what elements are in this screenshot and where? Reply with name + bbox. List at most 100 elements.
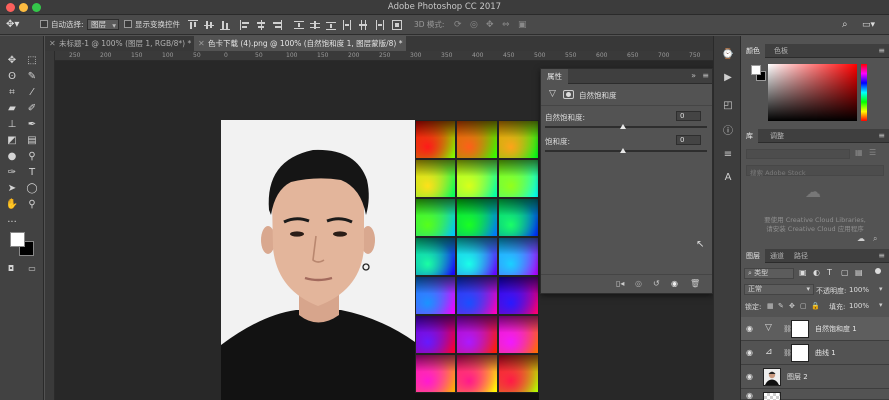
actions-icon[interactable]: ▶ — [721, 71, 735, 85]
show-transform-checkbox[interactable]: 显示变换控件 — [124, 19, 180, 31]
distribute-top-icon[interactable] — [294, 20, 304, 30]
layer-row[interactable]: ◉ ▽ ⛓ 自然饱和度 1 — [741, 317, 889, 341]
vibrance-slider-track[interactable] — [545, 126, 707, 128]
align-bottom-icon[interactable] — [220, 20, 230, 30]
layer-row[interactable]: ◉ 图层 2 — [741, 365, 889, 389]
color-saturation-field[interactable] — [768, 64, 857, 121]
properties-tab[interactable]: 属性 — [541, 69, 568, 84]
quick-select-tool-icon[interactable]: ✎ — [24, 70, 40, 84]
quick-mask-icon[interactable]: ◘ — [3, 262, 19, 276]
stock-search-field[interactable]: 搜索 Adobe Stock — [746, 165, 884, 177]
3d-scale-icon[interactable]: ▣ — [518, 19, 527, 31]
doc-tab-color-card[interactable]: ✕ 色卡下载 (4).png @ 100% (自然饱和度 1, 图层蒙版/8) … — [194, 36, 406, 51]
doc-tab-untitled[interactable]: ✕ 未标题-1 @ 100% (图层 1, RGB/8*) * — [45, 36, 193, 51]
type-tool-icon[interactable]: T — [24, 166, 40, 180]
layer-thumbnail[interactable] — [763, 392, 781, 400]
distribute-right-icon[interactable] — [374, 20, 384, 30]
fill-value[interactable]: 100% — [849, 302, 869, 310]
opacity-value[interactable]: 100% — [849, 286, 869, 294]
align-left-icon[interactable] — [240, 20, 250, 30]
library-dropdown[interactable] — [746, 149, 850, 159]
filter-type-icon[interactable]: T — [827, 268, 832, 277]
layer-row[interactable]: ◉ — [741, 389, 889, 400]
filter-pixel-icon[interactable]: ▣ — [799, 268, 807, 277]
tab-swatches[interactable]: 色板 — [769, 44, 793, 58]
pen-tool-icon[interactable]: ✑ — [4, 166, 20, 180]
brush-tool-icon[interactable]: ✐ — [24, 102, 40, 116]
lock-image-icon[interactable]: ✎ — [778, 302, 784, 310]
workspace-icon[interactable]: ▭▾ — [862, 19, 875, 31]
panel-menu-icon[interactable]: ≡ — [878, 46, 885, 55]
marquee-tool-icon[interactable]: ⬚ — [24, 54, 40, 68]
path-selection-tool-icon[interactable]: ➤ — [4, 182, 20, 196]
gradient-tool-icon[interactable]: ▤ — [24, 134, 40, 148]
lock-artboard-icon[interactable]: ▢ — [800, 302, 807, 310]
vibrance-value-field[interactable]: 0 — [676, 111, 701, 121]
layer-row[interactable]: ◉ ⊿ ⛓ 曲线 1 — [741, 341, 889, 365]
distribute-horizontal-center-icon[interactable] — [358, 20, 368, 30]
tab-channels[interactable]: 通道 — [765, 249, 789, 263]
tab-layers[interactable]: 图层 — [741, 249, 765, 263]
view-previous-state-icon[interactable]: ◎ — [635, 279, 642, 288]
library-list-view-icon[interactable]: ☰ — [869, 148, 876, 157]
properties-icon[interactable]: ◰ — [721, 99, 735, 113]
auto-select-checkbox[interactable]: 自动选择: — [40, 19, 84, 31]
eraser-tool-icon[interactable]: ◩ — [4, 134, 20, 148]
opacity-arrow-icon[interactable]: ▾ — [879, 285, 883, 293]
tab-paths[interactable]: 路径 — [789, 249, 813, 263]
brush-settings-icon[interactable]: ≡ — [721, 148, 735, 162]
ellipse-tool-icon[interactable]: ◯ — [24, 182, 40, 196]
distribute-left-icon[interactable] — [342, 20, 352, 30]
clip-to-layer-icon[interactable]: ▯◂ — [616, 279, 624, 288]
3d-slide-icon[interactable]: ⇔ — [502, 19, 510, 31]
visibility-eye-icon[interactable]: ◉ — [746, 324, 753, 333]
saturation-slider-thumb[interactable] — [620, 148, 626, 153]
foreground-color-swatch[interactable] — [10, 232, 25, 247]
saturation-slider-track[interactable] — [545, 150, 707, 152]
library-grid-view-icon[interactable]: ▦ — [855, 148, 863, 157]
distribute-vertical-center-icon[interactable] — [310, 20, 320, 30]
library-search-icon[interactable]: ⌕ — [873, 234, 877, 244]
screen-mode-icon[interactable]: ▭ — [24, 262, 40, 276]
zoom-tool-icon[interactable]: ⚲ — [24, 198, 40, 212]
layer-filter-dropdown[interactable]: ⌕ 类型 — [744, 268, 794, 279]
delete-adjustment-icon[interactable]: 🗑 — [690, 279, 700, 288]
cloud-sync-icon[interactable]: ☁ — [857, 234, 865, 243]
layer-mask-icon[interactable] — [563, 90, 574, 99]
visibility-eye-icon[interactable]: ◉ — [746, 391, 753, 400]
3d-orbit-icon[interactable]: ⟳ — [454, 19, 462, 31]
layer-mask-thumbnail[interactable] — [791, 344, 809, 362]
visibility-eye-icon[interactable]: ◉ — [746, 372, 753, 381]
panel-menu-icon[interactable]: ≡ — [878, 131, 885, 140]
align-horizontal-center-icon[interactable] — [256, 20, 266, 30]
tab-color[interactable]: 颜色 — [741, 44, 765, 58]
eyedropper-tool-icon[interactable]: ⁄ — [24, 86, 40, 100]
search-icon[interactable]: ⌕ — [842, 19, 848, 31]
move-tool-preset-icon[interactable]: ✥▾ — [6, 19, 19, 31]
filter-adjustment-icon[interactable]: ◐ — [813, 268, 820, 277]
panel-menu-icon[interactable]: ≡ — [702, 71, 709, 80]
auto-align-layers-icon[interactable] — [392, 20, 402, 30]
healing-brush-tool-icon[interactable]: ▰ — [4, 102, 20, 116]
filter-toggle-icon[interactable] — [875, 268, 881, 274]
blend-mode-dropdown[interactable]: 正常 ▾ — [744, 284, 814, 295]
vibrance-slider-thumb[interactable] — [620, 124, 626, 129]
3d-roll-icon[interactable]: ◎ — [470, 19, 478, 31]
history-icon[interactable]: ⌚ — [721, 48, 735, 62]
crop-tool-icon[interactable]: ⌗ — [4, 86, 20, 100]
blur-tool-icon[interactable]: ● — [4, 150, 20, 164]
tab-libraries[interactable]: 库 — [741, 129, 758, 143]
filter-smart-object-icon[interactable]: ▤ — [855, 268, 863, 277]
align-vertical-center-icon[interactable] — [204, 20, 214, 30]
3d-pan-icon[interactable]: ✥ — [486, 19, 494, 31]
character-icon[interactable]: A — [721, 171, 735, 185]
more-tools-icon[interactable]: ··· — [4, 216, 20, 230]
info-icon[interactable]: ⓘ — [721, 125, 735, 139]
tab-adjustments[interactable]: 调整 — [765, 129, 789, 143]
visibility-eye-icon[interactable]: ◉ — [746, 348, 753, 357]
auto-select-checkbox-box[interactable] — [40, 20, 48, 28]
lock-position-icon[interactable]: ✥ — [789, 302, 795, 310]
panel-menu-icon[interactable]: ≡ — [878, 251, 885, 260]
history-brush-tool-icon[interactable]: ✒ — [24, 118, 40, 132]
lock-all-icon[interactable]: 🔒 — [811, 302, 820, 310]
